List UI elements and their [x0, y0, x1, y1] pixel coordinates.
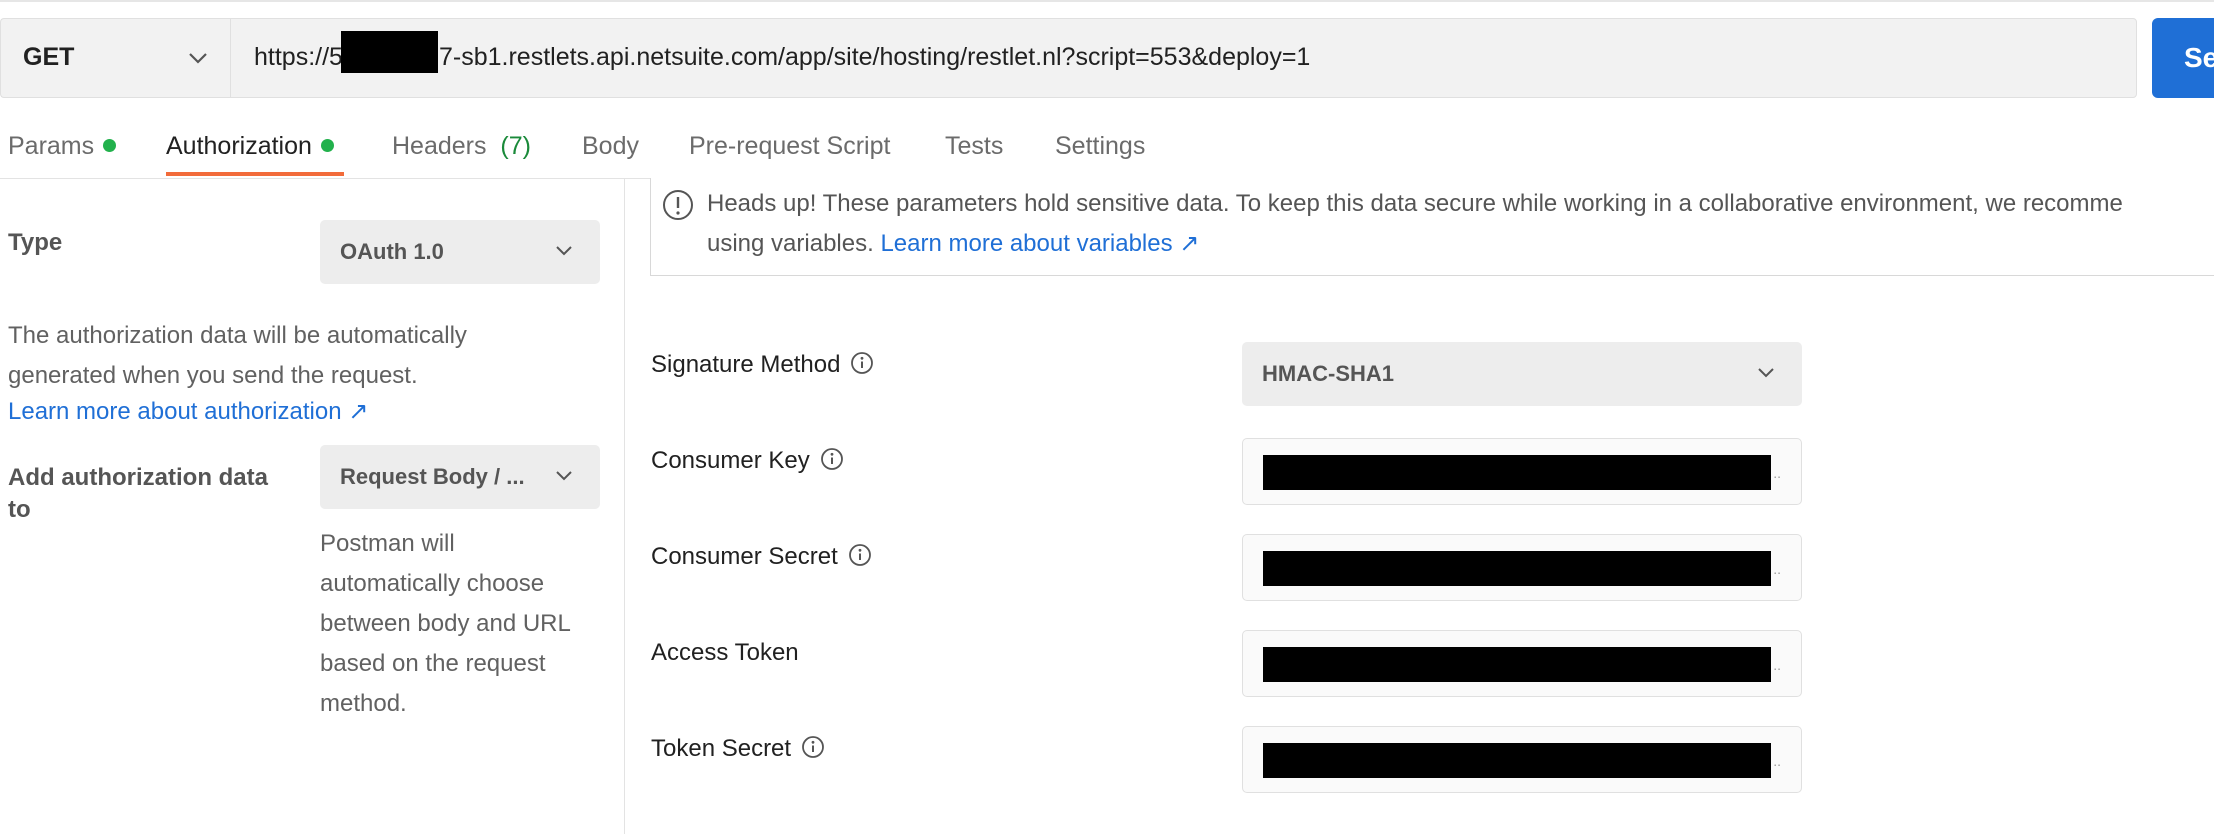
url-text-start: https://5: [254, 43, 343, 71]
learn-more-authorization-link[interactable]: Learn more about authorization ↗: [8, 397, 368, 426]
notice-line2: using variables. Learn more about variab…: [707, 224, 2123, 264]
panel-divider: [624, 179, 625, 834]
tab-authorization[interactable]: Authorization: [166, 132, 334, 161]
help-line: automatically choose: [320, 570, 545, 597]
auth-description-line2: generated when you send the request.: [8, 362, 418, 389]
add-auth-to-select[interactable]: Request Body / ...: [320, 445, 600, 509]
url-text-end: 7-sb1.restlets.api.netsuite.com/app/site…: [439, 43, 1311, 71]
send-button[interactable]: Se: [2152, 18, 2214, 98]
tab-params-label: Params: [8, 132, 95, 160]
overflow-ellipsis: ..: [1773, 561, 1781, 577]
learn-more-variables-link[interactable]: Learn more about variables ↗: [880, 230, 1199, 257]
consumer-secret-label-text: Consumer Secret: [651, 543, 838, 570]
access-token-label: Access Token: [651, 639, 799, 667]
tab-authorization-label: Authorization: [166, 132, 312, 160]
add-auth-to-label-line1: Add authorization data: [8, 464, 268, 491]
consumer-key-label: Consumer Key: [651, 447, 844, 475]
signature-method-label: Signature Method: [651, 351, 874, 379]
redaction-block: [1263, 743, 1771, 778]
redaction-block: [341, 31, 438, 73]
type-label: Type: [8, 229, 63, 256]
chevron-down-icon: [1758, 368, 1774, 378]
help-line: Postman will: [320, 530, 455, 557]
notice-text: Heads up! These parameters hold sensitiv…: [707, 184, 2123, 264]
overflow-ellipsis: ..: [1773, 465, 1781, 481]
consumer-key-input[interactable]: ..: [1242, 438, 1802, 505]
access-token-input[interactable]: ..: [1242, 630, 1802, 697]
token-secret-label-text: Token Secret: [651, 735, 792, 762]
token-secret-input[interactable]: ..: [1242, 726, 1802, 793]
info-icon[interactable]: [820, 447, 844, 471]
access-token-label-text: Access Token: [651, 639, 799, 666]
tab-body[interactable]: Body: [582, 132, 639, 161]
chevron-down-icon: [189, 53, 207, 64]
info-icon[interactable]: [848, 543, 872, 567]
tab-headers[interactable]: Headers (7): [392, 132, 531, 161]
signature-method-value: HMAC-SHA1: [1262, 361, 1394, 386]
info-icon[interactable]: [850, 351, 874, 375]
method-select[interactable]: GET: [0, 18, 230, 98]
notice-line1: Heads up! These parameters hold sensitiv…: [707, 190, 2123, 217]
method-label: GET: [23, 43, 75, 71]
notice-line2-text: using variables.: [707, 230, 881, 257]
consumer-secret-label: Consumer Secret: [651, 543, 872, 571]
auth-type-value: OAuth 1.0: [340, 239, 444, 264]
tab-tests[interactable]: Tests: [945, 132, 1003, 161]
add-auth-to-label-line2: to: [8, 496, 31, 523]
redaction-block: [1263, 455, 1771, 490]
top-border: [0, 0, 2214, 2]
chevron-down-icon: [556, 471, 572, 481]
add-auth-to-value: Request Body / ...: [340, 464, 525, 489]
help-line: method.: [320, 690, 407, 717]
tab-headers-label: Headers: [392, 132, 487, 160]
add-auth-to-label: Add authorization data to: [8, 462, 268, 526]
tab-params[interactable]: Params: [8, 132, 117, 161]
token-secret-label: Token Secret: [651, 735, 825, 763]
active-tab-indicator: [166, 172, 344, 176]
alert-circle-icon: [663, 190, 693, 220]
chevron-down-icon: [556, 246, 572, 256]
status-dot: [103, 139, 117, 152]
headers-count: (7): [500, 132, 531, 160]
signature-method-select[interactable]: HMAC-SHA1: [1242, 342, 1802, 406]
auth-description: The authorization data will be automatic…: [8, 316, 467, 396]
help-line: between body and URL: [320, 610, 571, 637]
tab-settings[interactable]: Settings: [1055, 132, 1145, 161]
overflow-ellipsis: ..: [1773, 753, 1781, 769]
signature-method-label-text: Signature Method: [651, 351, 841, 378]
help-line: based on the request: [320, 650, 546, 677]
redaction-block: [1263, 551, 1771, 586]
status-dot: [320, 139, 334, 152]
redaction-block: [1263, 647, 1771, 682]
sensitive-data-notice: Heads up! These parameters hold sensitiv…: [650, 178, 2214, 276]
consumer-key-label-text: Consumer Key: [651, 447, 810, 474]
auth-type-select[interactable]: OAuth 1.0: [320, 220, 600, 284]
auth-description-line1: The authorization data will be automatic…: [8, 322, 467, 349]
url-input[interactable]: https://5 7-sb1.restlets.api.netsuite.co…: [230, 18, 2137, 98]
add-auth-help-text: Postman will automatically choose betwee…: [320, 524, 571, 724]
overflow-ellipsis: ..: [1773, 657, 1781, 673]
info-icon[interactable]: [801, 735, 825, 759]
consumer-secret-input[interactable]: ..: [1242, 534, 1802, 601]
tab-pre-request-script[interactable]: Pre-request Script: [689, 132, 890, 161]
